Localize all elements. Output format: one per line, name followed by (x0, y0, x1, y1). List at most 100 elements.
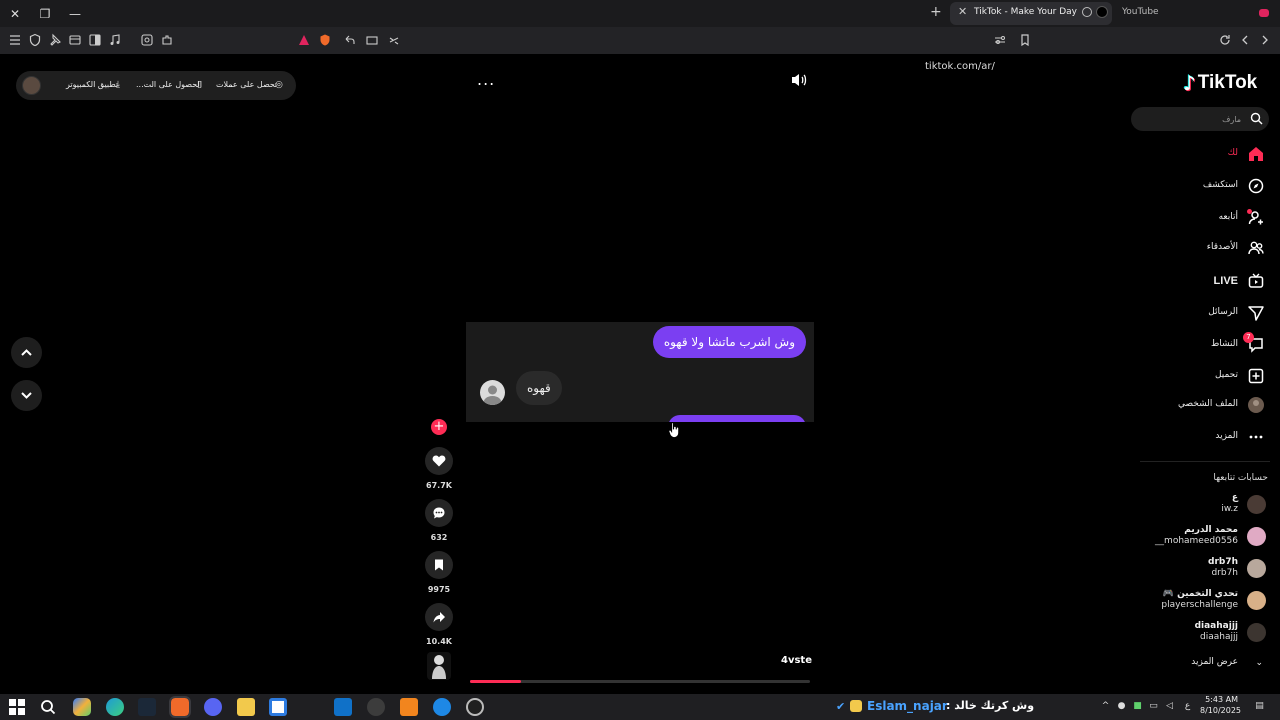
pin-icon[interactable] (48, 33, 62, 47)
obs-icon[interactable] (466, 698, 484, 716)
brave-icon[interactable] (169, 696, 191, 718)
music-disc[interactable] (427, 652, 451, 680)
nav-more[interactable]: المزيد (1140, 426, 1270, 448)
network-icon[interactable]: ▭ (1148, 701, 1159, 712)
following-account[interactable]: ع iw.z (1140, 492, 1270, 518)
shield-icon[interactable] (28, 33, 42, 47)
settings-icon[interactable] (367, 698, 385, 716)
logo-text: TikTok (1197, 72, 1258, 93)
undo-icon[interactable] (343, 33, 357, 47)
avatar[interactable] (22, 76, 41, 95)
nav-explore[interactable]: استكشف (1140, 175, 1270, 197)
new-tab-button[interactable]: + (930, 4, 942, 20)
tab-media-icon[interactable] (1082, 7, 1092, 17)
nav-activity[interactable]: النشاط 7 (1140, 332, 1270, 356)
share-button[interactable] (425, 603, 453, 631)
nav-upload[interactable]: تحميل (1140, 365, 1270, 387)
previous-video-button[interactable] (11, 337, 42, 368)
check-icon: ✔ (836, 700, 846, 713)
windows-start-icon[interactable] (8, 698, 26, 716)
tab-youtube[interactable]: YouTube (1122, 7, 1159, 17)
search-icon[interactable] (1250, 112, 1263, 125)
home-icon (1247, 145, 1265, 163)
nav-profile[interactable]: الملف الشخصي (1140, 394, 1270, 416)
get-app-link[interactable]: الحصول على الت... (136, 80, 202, 89)
tiktok-logo[interactable]: ♪ TikTok (1183, 71, 1257, 95)
chevron-up-icon[interactable]: ^ (1100, 701, 1111, 712)
desktop-app-link[interactable]: تطبيق الكمبيوتر (66, 80, 118, 89)
follow-plus-button[interactable]: + (431, 419, 447, 435)
search-input[interactable] (1141, 111, 1241, 127)
volume-icon[interactable]: ◁ (1164, 701, 1175, 712)
reload-icon[interactable] (1218, 33, 1232, 47)
store-icon[interactable] (269, 698, 287, 716)
close-window-icon[interactable]: ✕ (6, 5, 24, 23)
get-coins-link[interactable]: تحصل على عملات (216, 80, 277, 89)
notifications-icon[interactable]: ▤ (1254, 701, 1265, 712)
bookmark-icon[interactable] (1018, 33, 1032, 47)
copilot-icon[interactable] (73, 698, 91, 716)
restore-window-icon[interactable]: ❐ (36, 5, 54, 23)
microphone-icon[interactable]: ● (1116, 701, 1127, 712)
vlc-icon[interactable] (400, 698, 418, 716)
search-bar[interactable] (1131, 107, 1269, 131)
steam-icon[interactable] (138, 698, 156, 716)
comment-button[interactable] (425, 499, 453, 527)
sidebar-icon[interactable] (88, 33, 102, 47)
search-icon[interactable] (39, 698, 57, 716)
share-count: 10.4K (426, 637, 452, 646)
following-account[interactable]: محمد الدريم __mohameed0556 (1140, 524, 1270, 550)
save-button[interactable] (425, 551, 453, 579)
avatar (1247, 623, 1266, 642)
following-account[interactable]: تحدي التخمين 🎮 playerschallenge (1140, 588, 1270, 614)
nav-label: لك (1227, 148, 1238, 158)
nav-label: الملف الشخصي (1178, 399, 1238, 409)
volume-icon[interactable] (790, 72, 808, 88)
outlook-icon[interactable] (334, 698, 352, 716)
link-icon[interactable] (387, 33, 401, 47)
video-progress-bar[interactable] (470, 680, 810, 683)
site-settings-icon[interactable] (993, 33, 1007, 47)
edge-icon[interactable] (106, 698, 124, 716)
nav-friends[interactable]: الأصدقاء (1140, 237, 1270, 259)
account-name: تحدي التخمين 🎮 (1162, 589, 1238, 599)
discord-icon[interactable] (204, 698, 222, 716)
menu-icon[interactable] (8, 33, 22, 47)
next-video-button[interactable] (11, 380, 42, 411)
music-icon[interactable] (108, 33, 122, 47)
video-player[interactable]: وش اشرب ماتشا ولا قهوه قهوه (466, 322, 814, 422)
account-handle: __mohameed0556 (1155, 536, 1238, 546)
nav-following[interactable]: أتابعه (1140, 207, 1270, 229)
nav-messages[interactable]: الرسائل (1140, 302, 1270, 324)
crown-icon (850, 700, 862, 712)
creator-name[interactable]: 4vste (781, 655, 812, 666)
following-account[interactable]: drb7h drb7h (1140, 556, 1270, 582)
alert-triangle-icon[interactable] (297, 33, 311, 47)
see-more-button[interactable]: عرض المزيد ⌄ (1140, 655, 1270, 671)
app-icon[interactable] (433, 698, 451, 716)
more-options-button[interactable]: ... (477, 70, 495, 89)
active-window-user: Eslam_najar (867, 699, 948, 713)
back-icon[interactable] (1238, 33, 1252, 47)
extensions-icon[interactable] (160, 33, 174, 47)
like-button[interactable] (425, 447, 453, 475)
following-account[interactable]: diaahajjj diaahajjj (1140, 620, 1270, 646)
tab-close-icon[interactable]: ✕ (958, 5, 967, 18)
clock-date[interactable]: 8/10/2025 (1200, 706, 1241, 715)
tabs-icon[interactable] (68, 33, 82, 47)
active-window-title: وش كرتك خالد : (946, 699, 1035, 712)
nav-for-you[interactable]: لك (1140, 143, 1270, 165)
cast-icon[interactable] (365, 33, 379, 47)
forward-icon[interactable] (1258, 33, 1272, 47)
tab-tiktok[interactable]: ✕ TikTok - Make Your Day (950, 2, 1112, 25)
clock-time[interactable]: 5:43 AM (1204, 695, 1238, 704)
brave-shield-icon[interactable] (318, 33, 332, 47)
screenshot-icon[interactable] (140, 33, 154, 47)
nav-live[interactable]: LIVE (1140, 270, 1270, 292)
file-explorer-icon[interactable] (237, 698, 255, 716)
minimize-window-icon[interactable]: — (66, 5, 84, 23)
language-indicator[interactable]: ع (1182, 701, 1193, 712)
address-bar[interactable]: tiktok.com/ar/ (925, 61, 995, 72)
nav-label: استكشف (1202, 180, 1238, 190)
tray-app-icon[interactable]: ■ (1132, 701, 1143, 712)
